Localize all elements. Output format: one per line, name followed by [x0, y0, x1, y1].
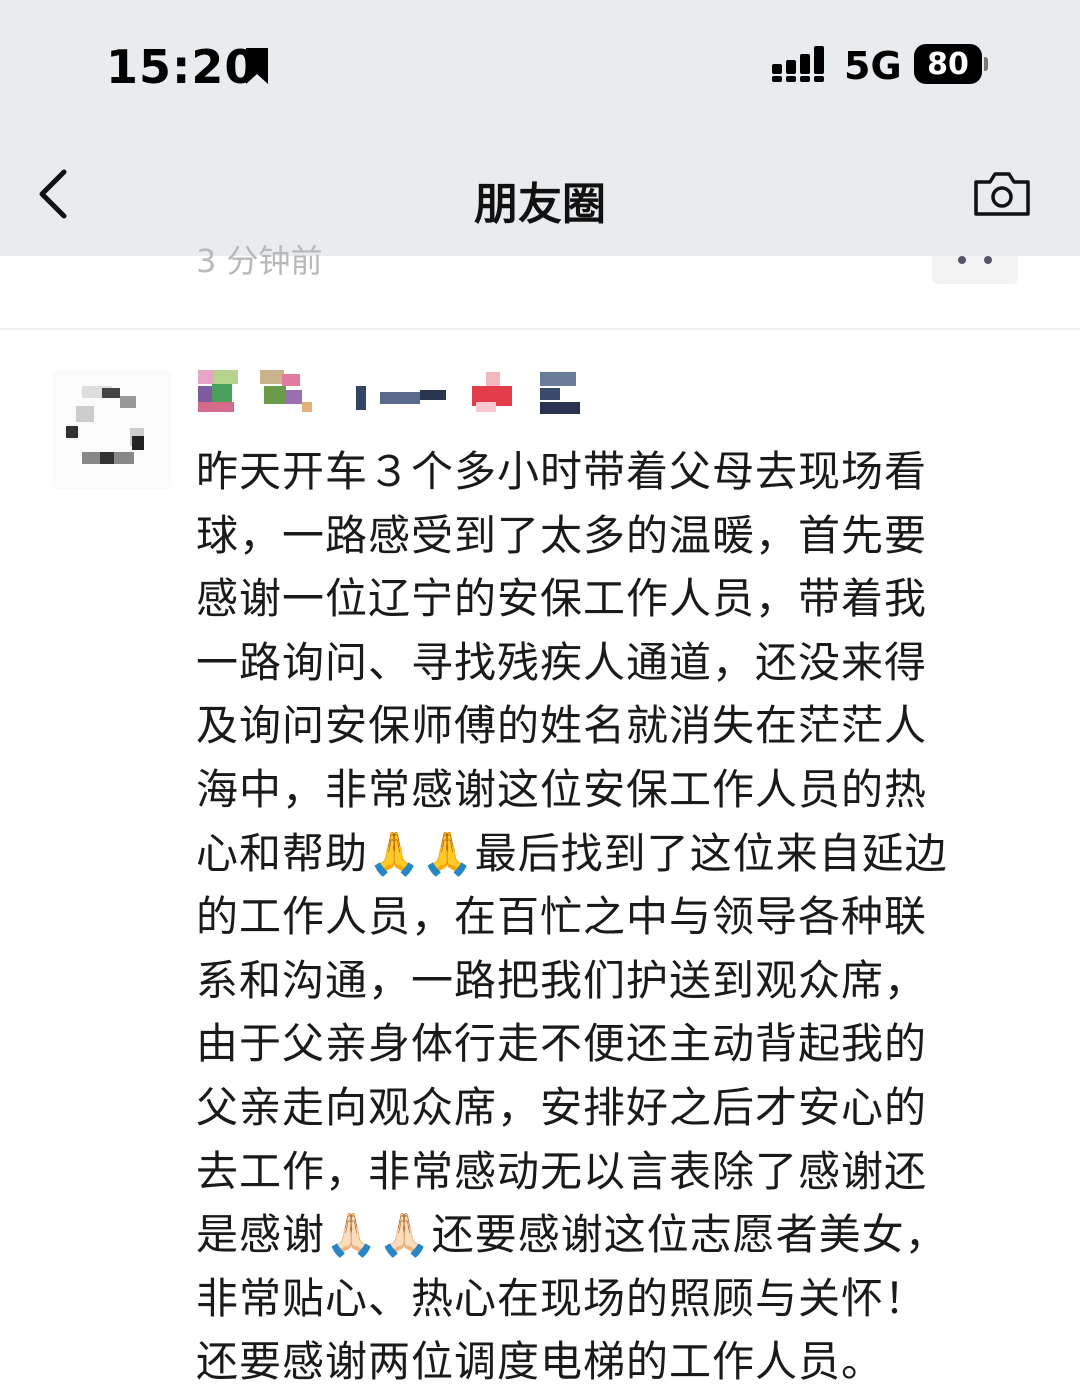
- battery-level: 80: [914, 44, 982, 84]
- post-line: 父亲走向观众席，安排好之后才安心的: [196, 1082, 928, 1132]
- post-line: 一路询问、寻找残疾人通道，还没来得: [196, 637, 928, 687]
- mosaic-block: [540, 402, 580, 414]
- status-bar: 15:20 5G 80: [0, 0, 1080, 130]
- post-line: 感谢一位辽宁的安保工作人员，带着我: [196, 574, 928, 624]
- avatar-pixel: [120, 396, 136, 408]
- mosaic-block: [380, 392, 420, 404]
- post-line: 及询问安保师傅的姓名就消失在茫茫人: [196, 701, 928, 751]
- post-line: 是感谢🙏🏻🙏🏻还要感谢这位志愿者美女，: [196, 1210, 948, 1260]
- nav-bar: 朋友圈: [0, 130, 1080, 256]
- post-line: 海中，非常感谢这位安保工作人员的热: [196, 764, 928, 814]
- mosaic-block: [214, 370, 238, 384]
- mosaic-block: [420, 390, 446, 400]
- post-text: 昨天开车３个多小时带着父母去现场看 球，一路感受到了太多的温暖，首先要 感谢一位…: [196, 440, 1018, 1394]
- post-line: 由于父亲身体行走不便还主动背起我的: [196, 1019, 928, 1069]
- post-line: 的工作人员，在百忙之中与领导各种联: [196, 892, 928, 942]
- more-dot: [984, 256, 992, 264]
- mosaic-block: [260, 370, 284, 384]
- post-line: 球，一路感受到了太多的温暖，首先要: [196, 510, 928, 560]
- avatar-pixel: [102, 388, 120, 398]
- mosaic-block: [486, 372, 500, 386]
- camera-icon[interactable]: [972, 170, 1032, 218]
- previous-post-time: 3 分钟前: [196, 242, 323, 280]
- mosaic-block: [198, 386, 212, 402]
- avatar-pixel: [100, 452, 114, 464]
- mosaic-block: [302, 402, 312, 412]
- post-line: 去工作，非常感动无以言表除了感谢还: [196, 1146, 928, 1196]
- mosaic-block: [282, 374, 300, 386]
- more-dot: [958, 256, 966, 264]
- previous-post-footer: 3 分钟前: [0, 242, 1080, 328]
- nickname-mosaic[interactable]: [196, 368, 596, 424]
- mosaic-block: [356, 386, 366, 410]
- post-line: 系和沟通，一路把我们护送到观众席，: [196, 955, 928, 1005]
- mosaic-block: [540, 388, 560, 400]
- avatar-pixel: [76, 406, 94, 422]
- mosaic-block: [286, 390, 302, 404]
- battery-icon: 80: [914, 44, 988, 84]
- signal-icon: [772, 46, 824, 82]
- avatar[interactable]: [52, 370, 172, 490]
- battery-tip: [984, 57, 988, 71]
- avatar-pixel: [66, 426, 78, 438]
- post-line: 非常贴心、热心在现场的照顾与关怀！: [196, 1273, 928, 1323]
- mosaic-block: [540, 372, 576, 386]
- avatar-pixel: [132, 436, 144, 450]
- bookmark-icon: [246, 48, 268, 84]
- mosaic-block: [264, 386, 286, 404]
- mosaic-block: [198, 402, 234, 412]
- post-line: 昨天开车３个多小时带着父母去现场看: [196, 447, 928, 496]
- status-time: 15:20: [106, 40, 258, 94]
- page-title: 朋友圈: [474, 179, 606, 230]
- network-type: 5G: [844, 44, 902, 88]
- mosaic-block: [212, 384, 232, 402]
- mosaic-block: [198, 370, 214, 384]
- post-line: 还要感谢两位调度电梯的工作人员。: [196, 1337, 885, 1387]
- post-line: 心和帮助🙏🙏最后找到了这位来自延边: [196, 828, 948, 878]
- post-divider: [0, 328, 1080, 330]
- more-actions-button[interactable]: [932, 256, 1018, 284]
- mosaic-block: [476, 402, 496, 412]
